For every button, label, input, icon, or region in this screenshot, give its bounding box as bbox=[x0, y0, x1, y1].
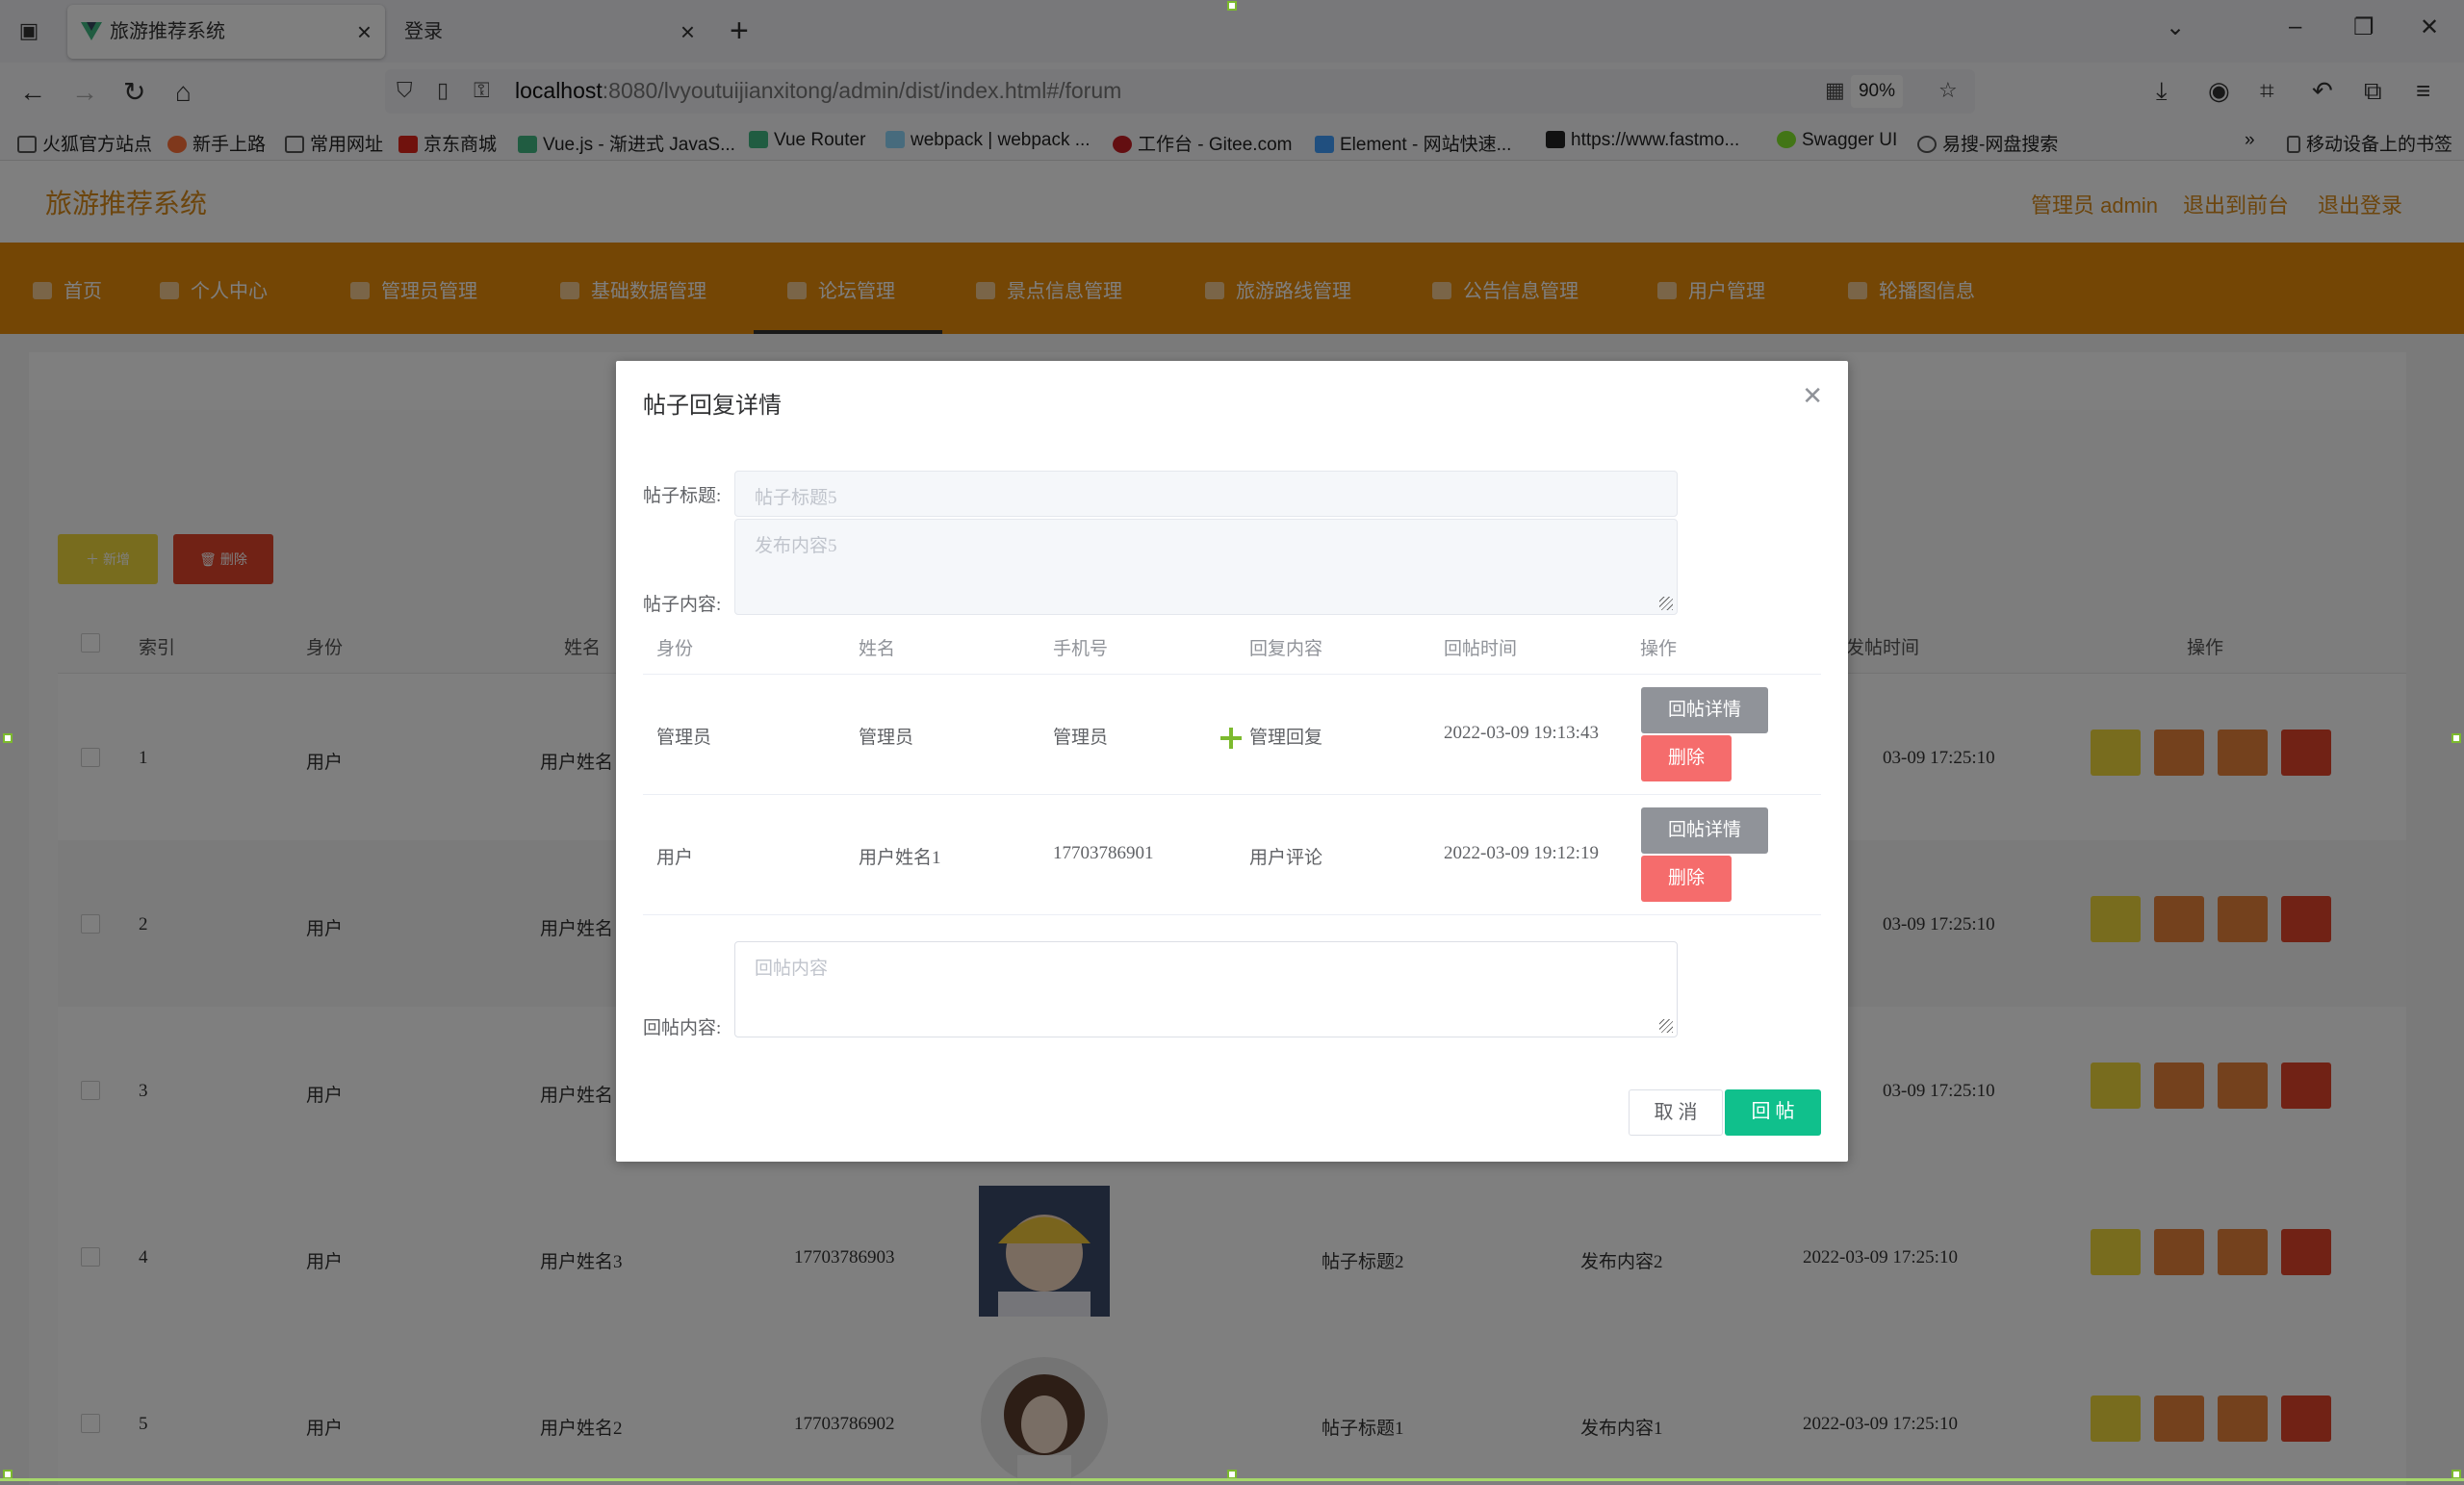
reply-table-header: 身份 姓名 手机号 回复内容 回帖时间 操作 bbox=[643, 621, 1821, 675]
reply-phone: 17703786901 bbox=[1053, 843, 1154, 863]
selection-handle[interactable] bbox=[1227, 1, 1237, 11]
selection-handle[interactable] bbox=[3, 733, 13, 743]
dialog-title: 帖子回复详情 bbox=[643, 394, 782, 419]
col-name: 姓名 bbox=[859, 639, 896, 659]
reply-role: 用户 bbox=[656, 848, 694, 868]
reply-phone: 管理员 bbox=[1053, 728, 1109, 748]
post-content-value: 发布内容5 bbox=[755, 536, 837, 556]
reply-delete-button[interactable]: 删除 bbox=[1641, 856, 1732, 902]
reply-time: 2022-03-09 19:13:43 bbox=[1444, 723, 1599, 743]
resize-handle-icon[interactable] bbox=[1659, 1019, 1673, 1033]
post-content-textarea[interactable]: 发布内容5 bbox=[734, 519, 1678, 615]
reply-content: 用户评论 bbox=[1249, 848, 1323, 868]
reply-name: 用户姓名1 bbox=[859, 848, 941, 868]
reply-time: 2022-03-09 19:12:19 bbox=[1444, 843, 1599, 863]
reply-name: 管理员 bbox=[859, 728, 914, 748]
reply-content-textarea[interactable]: 回帖内容 bbox=[734, 941, 1678, 1037]
table-row: 用户 用户姓名1 17703786901 用户评论 2022-03-09 19:… bbox=[643, 795, 1821, 915]
close-icon[interactable]: ✕ bbox=[1802, 382, 1823, 411]
resize-handle-icon[interactable] bbox=[1659, 597, 1673, 610]
post-content-label: 帖子内容: bbox=[643, 595, 722, 615]
post-title-label: 帖子标题: bbox=[643, 486, 722, 506]
post-title-input[interactable]: 帖子标题5 bbox=[734, 471, 1678, 517]
selection-handle[interactable] bbox=[2451, 733, 2461, 743]
reply-placeholder: 回帖内容 bbox=[755, 959, 829, 979]
submit-reply-button[interactable]: 回 帖 bbox=[1725, 1089, 1821, 1136]
reply-content: 管理回复 bbox=[1249, 728, 1323, 748]
cancel-button[interactable]: 取 消 bbox=[1629, 1089, 1723, 1136]
col-phone: 手机号 bbox=[1053, 639, 1109, 659]
reply-content-label: 回帖内容: bbox=[643, 1018, 722, 1038]
col-actions: 操作 bbox=[1640, 639, 1678, 659]
col-role: 身份 bbox=[656, 639, 694, 659]
reply-detail-button[interactable]: 回帖详情 bbox=[1641, 807, 1768, 854]
selection-border bbox=[0, 1478, 2464, 1481]
reply-detail-dialog: 帖子回复详情 ✕ 帖子标题: 帖子标题5 帖子内容: 发布内容5 身份 姓名 手… bbox=[616, 361, 1848, 1162]
col-reply-time: 回帖时间 bbox=[1444, 639, 1518, 659]
reply-role: 管理员 bbox=[656, 728, 712, 748]
reply-detail-button[interactable]: 回帖详情 bbox=[1641, 687, 1768, 733]
reply-delete-button[interactable]: 删除 bbox=[1641, 735, 1732, 781]
move-cursor-icon bbox=[1220, 728, 1242, 749]
col-reply-content: 回复内容 bbox=[1249, 639, 1323, 659]
